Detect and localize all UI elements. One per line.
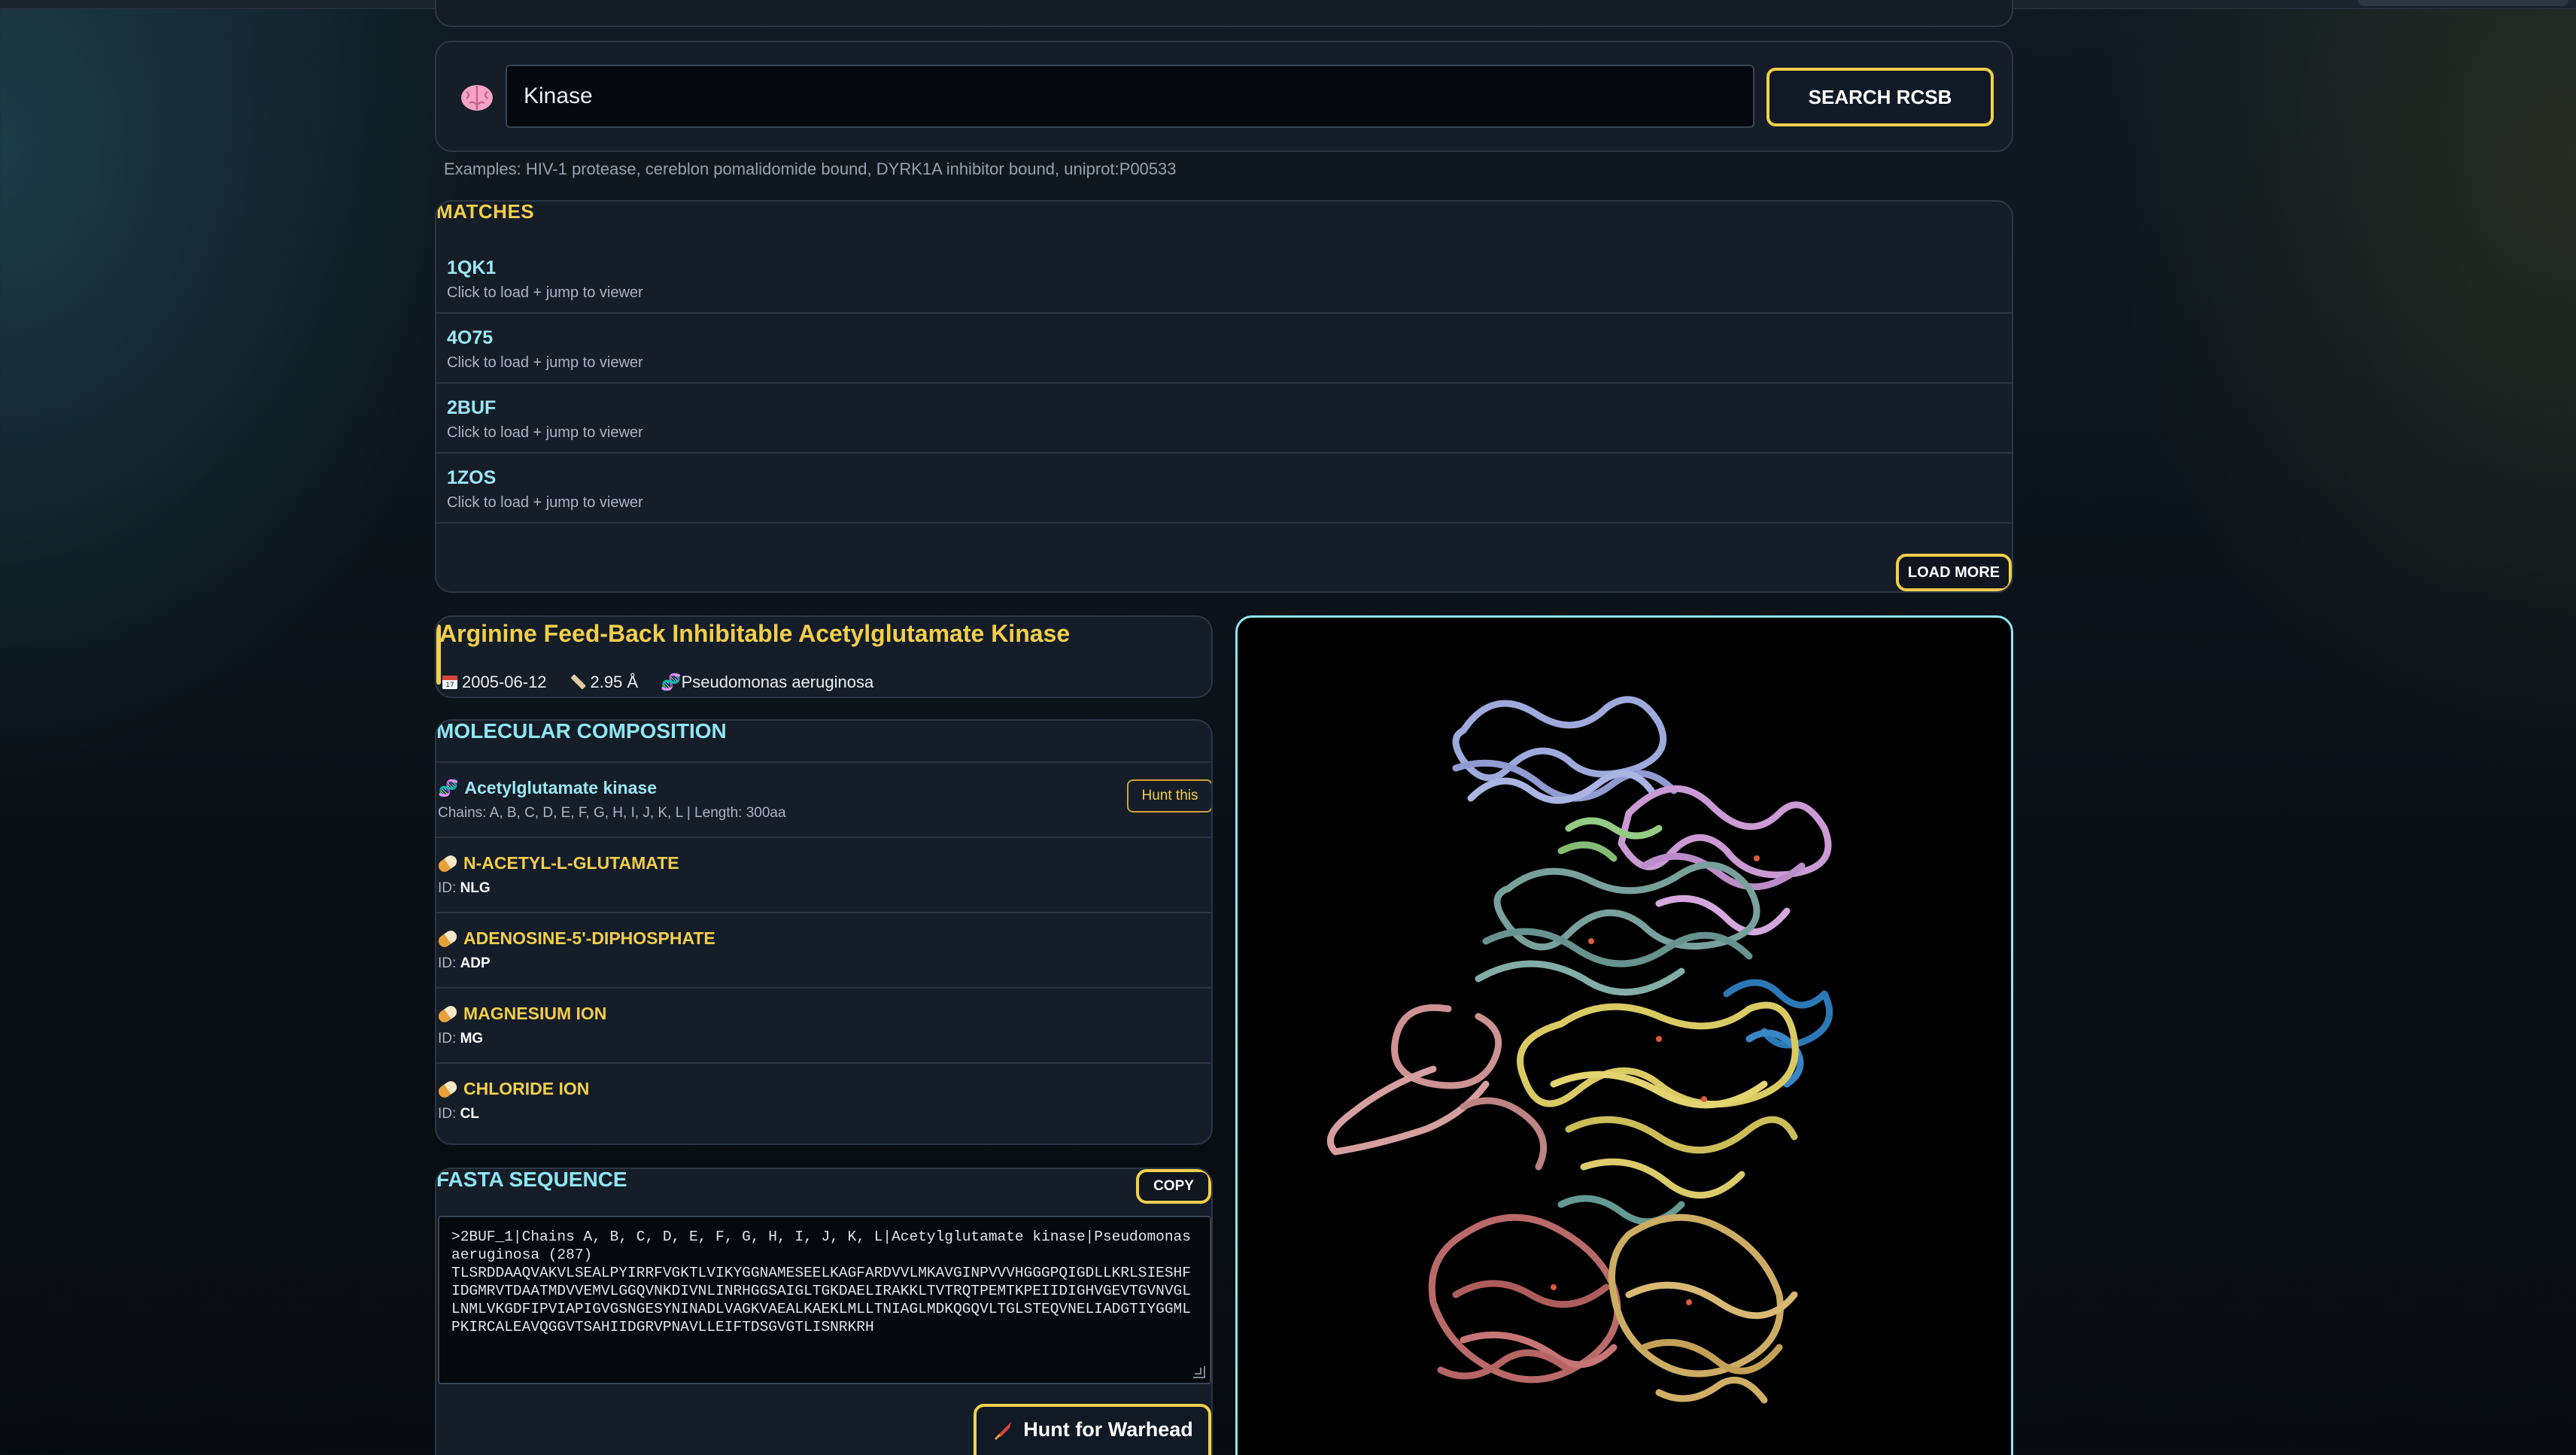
match-hint: Click to load + jump to viewer <box>447 284 643 301</box>
ligand-id-value: CL <box>460 1106 479 1122</box>
protein-structure-render[interactable] <box>1238 618 2013 1455</box>
fasta-title: FASTA SEQUENCE <box>436 1168 627 1191</box>
ligand-id: ID: MG <box>438 1031 483 1047</box>
structure-title: Arginine Feed-Back Inhibitable Acetylglu… <box>439 620 1071 647</box>
ligand-id-value: NLG <box>460 880 491 896</box>
ligand-id-label: ID: <box>438 955 457 971</box>
match-id: 1QK1 <box>447 257 497 278</box>
ligand-id: ID: NLG <box>438 880 491 897</box>
warhead-icon <box>995 1422 1012 1440</box>
ligand-name: N-ACETYL-L-GLUTAMATE <box>436 852 679 874</box>
ligand-id-label: ID: <box>438 1031 457 1046</box>
molecule-3d-viewer[interactable] <box>1235 615 2013 1455</box>
search-rcsb-button[interactable]: SEARCH RCSB <box>1766 68 1994 126</box>
ligand-row: MAGNESIUM ION ID: MG <box>436 989 1211 1064</box>
ligand-name-text: ADENOSINE-5'-DIPHOSPHATE <box>463 928 715 948</box>
molecular-composition-card: MOLECULAR COMPOSITION 🧬 Acetylglutamate … <box>435 719 1213 1145</box>
resolution: 2.95 Å <box>570 673 639 692</box>
ligand-name-text: CHLORIDE ION <box>463 1079 590 1098</box>
composition-title: MOLECULAR COMPOSITION <box>436 719 727 743</box>
structure-title-card: Arginine Feed-Back Inhibitable Acetylglu… <box>435 615 1213 698</box>
dna-icon: 🧬 <box>438 778 459 797</box>
previous-card-edge <box>435 0 2013 27</box>
protein-detail: Chains: A, B, C, D, E, F, G, H, I, J, K,… <box>438 805 786 821</box>
ligand-name: CHLORIDE ION <box>436 1078 590 1100</box>
brain-icon <box>461 85 493 111</box>
search-examples: Examples: HIV-1 protease, cereblon pomal… <box>444 159 1177 178</box>
ligand-name-text: N-ACETYL-L-GLUTAMATE <box>463 853 679 873</box>
match-id: 2BUF <box>447 397 497 418</box>
load-more-button[interactable]: LOAD MORE <box>1896 554 2012 591</box>
search-card: SEARCH RCSB <box>435 41 2013 152</box>
protein-name-text: Acetylglutamate kinase <box>464 778 658 797</box>
ligand-id: ID: CL <box>438 1106 479 1122</box>
pill-icon <box>436 852 460 874</box>
match-hint: Click to load + jump to viewer <box>447 354 643 371</box>
fasta-card: FASTA SEQUENCE COPY >2BUF_1|Chains A, B,… <box>435 1168 1213 1455</box>
match-item[interactable]: 2BUF Click to load + jump to viewer <box>436 384 2012 454</box>
match-item[interactable]: 4O75 Click to load + jump to viewer <box>436 314 2012 384</box>
structure-meta: 17 2005-06-12 2.95 Å 🧬Pseudomonas aerugi… <box>441 673 873 692</box>
copy-button[interactable]: COPY <box>1136 1169 1211 1204</box>
hunt-for-warhead-label: Hunt for Warhead <box>1023 1417 1193 1441</box>
search-input[interactable] <box>506 65 1754 128</box>
ruler-icon <box>570 674 586 690</box>
release-date: 17 2005-06-12 <box>441 673 547 692</box>
matches-title: MATCHES <box>436 200 535 223</box>
ligand-name-text: MAGNESIUM ION <box>463 1004 607 1023</box>
resolution-text: 2.95 Å <box>590 673 639 691</box>
match-hint: Click to load + jump to viewer <box>447 494 643 511</box>
protein-entity-row: 🧬 Acetylglutamate kinase Chains: A, B, C… <box>436 763 1211 838</box>
match-hint: Click to load + jump to viewer <box>447 424 643 441</box>
ligand-row: ADENOSINE-5'-DIPHOSPHATE ID: ADP <box>436 913 1211 989</box>
match-item[interactable]: 1QK1 Click to load + jump to viewer <box>436 244 2012 314</box>
ligand-name: ADENOSINE-5'-DIPHOSPHATE <box>436 928 715 949</box>
organism: 🧬Pseudomonas aeruginosa <box>661 673 873 692</box>
ligand-id-value: MG <box>460 1031 484 1046</box>
fasta-textarea[interactable]: >2BUF_1|Chains A, B, C, D, E, F, G, H, I… <box>438 1216 1211 1384</box>
hunt-this-button[interactable]: Hunt this <box>1127 779 1211 813</box>
ligand-id-value: ADP <box>460 955 491 971</box>
pill-icon <box>436 1003 460 1025</box>
organism-text: Pseudomonas aeruginosa <box>681 673 874 691</box>
ligand-row: CHLORIDE ION ID: CL <box>436 1064 1211 1139</box>
match-id: 4O75 <box>447 327 494 348</box>
ligand-id-label: ID: <box>438 1106 457 1122</box>
ligand-id: ID: ADP <box>438 955 491 972</box>
hunt-for-warhead-button[interactable]: Hunt for Warhead <box>974 1404 1211 1455</box>
fasta-text: >2BUF_1|Chains A, B, C, D, E, F, G, H, I… <box>451 1229 1191 1335</box>
match-id: 1ZOS <box>447 467 497 488</box>
ligand-name: MAGNESIUM ION <box>436 1003 607 1025</box>
resize-handle[interactable] <box>1193 1366 1205 1378</box>
pill-icon <box>436 1078 460 1100</box>
ligand-row: N-ACETYL-L-GLUTAMATE ID: NLG <box>436 838 1211 913</box>
release-date-text: 2005-06-12 <box>462 673 547 691</box>
dna-icon: 🧬 <box>661 673 682 691</box>
protein-name: 🧬 Acetylglutamate kinase <box>438 778 657 798</box>
svg-text:17: 17 <box>445 682 454 689</box>
match-item[interactable]: 1ZOS Click to load + jump to viewer <box>436 454 2012 524</box>
ligand-id-label: ID: <box>438 880 457 896</box>
top-strip-pill <box>2358 0 2568 6</box>
pill-icon <box>436 928 460 949</box>
calendar-icon: 17 <box>442 676 457 689</box>
matches-card: MATCHES 1QK1 Click to load + jump to vie… <box>435 200 2013 593</box>
